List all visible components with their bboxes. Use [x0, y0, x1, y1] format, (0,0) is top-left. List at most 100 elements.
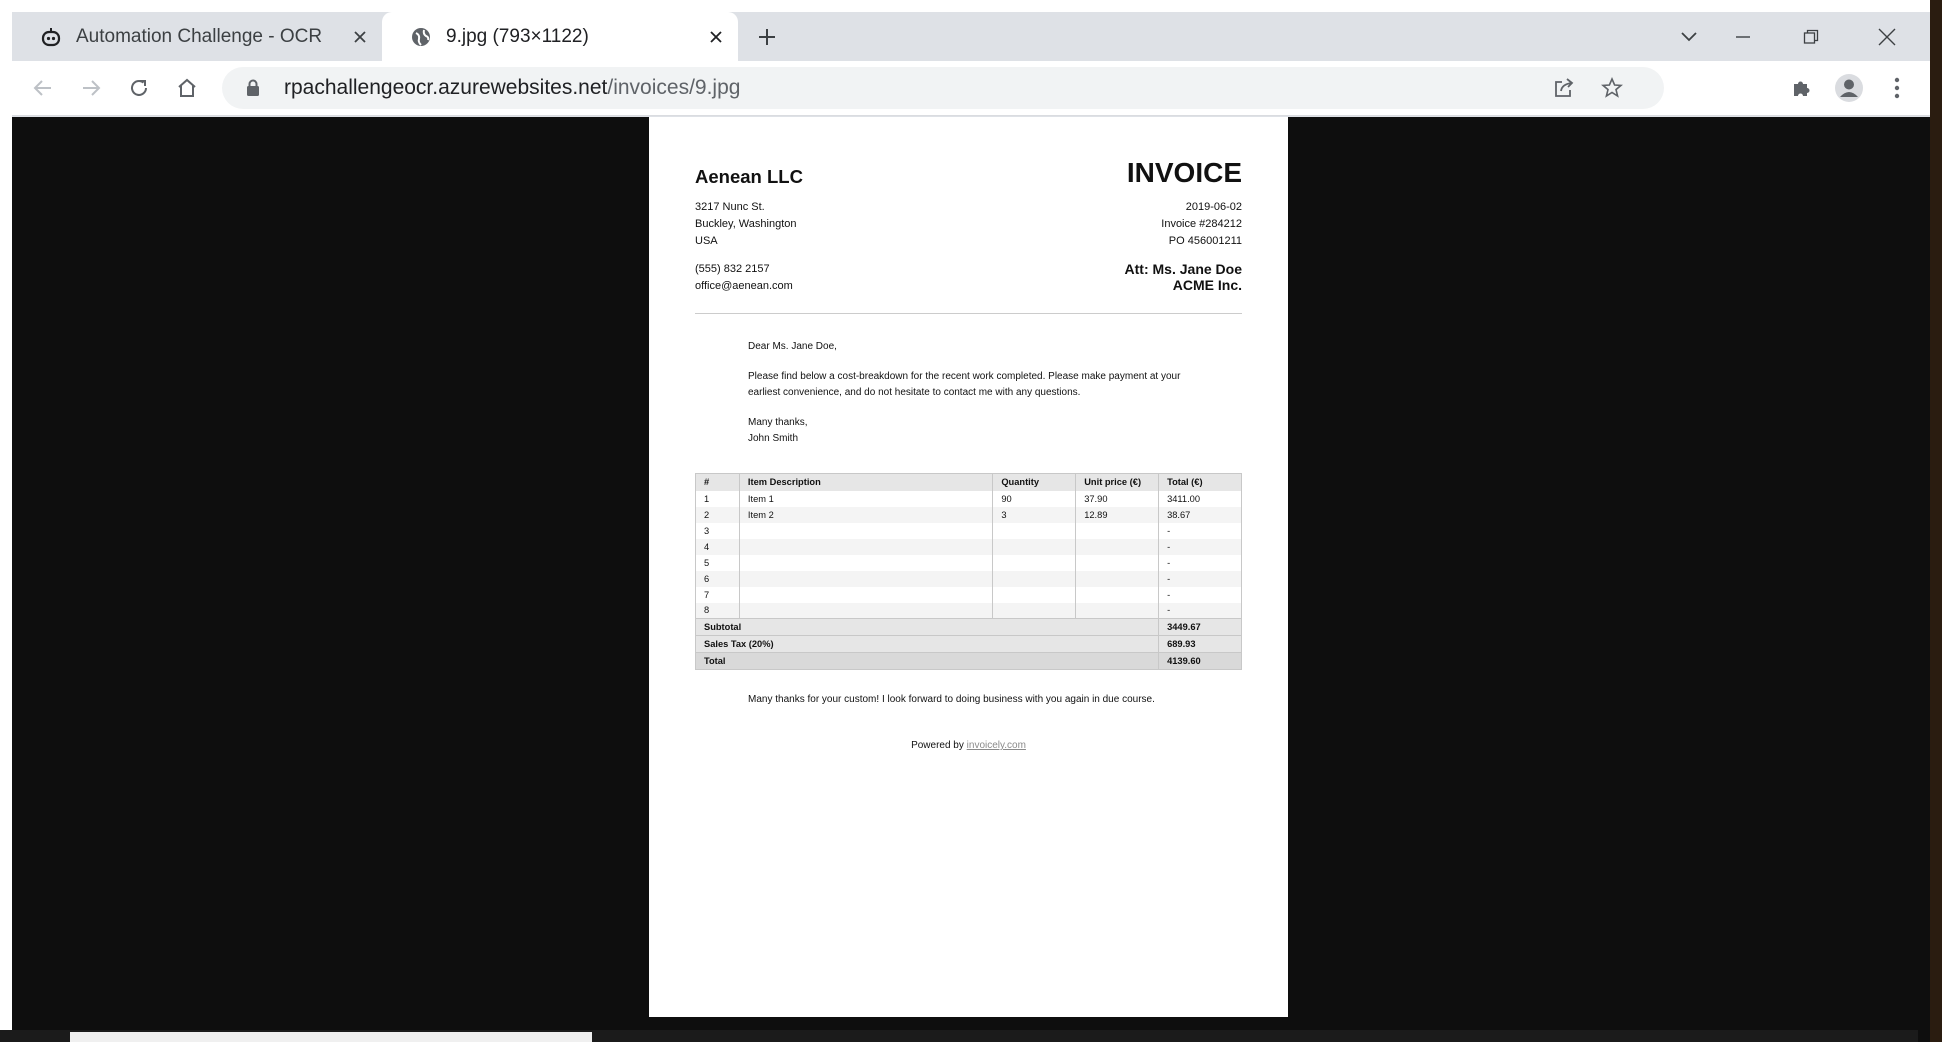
cell [992, 538, 1077, 555]
image-viewport[interactable]: Aenean LLC INVOICE 3217 Nunc St. Buckley… [12, 117, 1930, 1042]
cell: 7 [695, 586, 740, 603]
new-tab-button[interactable] [752, 22, 782, 52]
cell: 3411.00 [1158, 490, 1242, 507]
cell: 4 [695, 538, 740, 555]
minimize-button[interactable] [1716, 12, 1770, 61]
total-value: 4139.60 [1158, 652, 1242, 670]
cell [992, 522, 1077, 539]
cell [992, 570, 1077, 587]
table-row: 6- [695, 570, 1242, 587]
powered-prefix: Powered by [911, 740, 964, 751]
globe-icon [410, 26, 432, 48]
cell: 2 [695, 506, 740, 523]
desktop-edge [1930, 0, 1942, 1042]
address-line: Buckley, Washington [695, 218, 797, 230]
extensions-button[interactable] [1782, 69, 1820, 107]
subtotal-row: Subtotal 3449.67 [694, 618, 1242, 636]
cell [738, 554, 994, 571]
cell [1075, 538, 1160, 555]
tab-title: 9.jpg (793×1122) [446, 25, 589, 47]
restore-icon [1803, 29, 1819, 44]
tax-value: 689.93 [1158, 635, 1242, 653]
cell: - [1158, 586, 1242, 603]
share-icon[interactable] [1545, 69, 1583, 107]
star-icon[interactable] [1593, 69, 1631, 107]
reload-icon [131, 79, 147, 96]
address-bar[interactable]: rpachallengeocr.azurewebsites.net/invoic… [222, 67, 1664, 109]
cell [1075, 586, 1160, 603]
cell [738, 538, 994, 555]
invoice-number: Invoice #284212 [1161, 218, 1242, 230]
cell: - [1158, 554, 1242, 571]
reload-button[interactable] [120, 69, 158, 107]
cell: - [1158, 570, 1242, 587]
cell [992, 554, 1077, 571]
lock-icon[interactable] [246, 79, 260, 102]
subtotal-value: 3449.67 [1158, 618, 1242, 636]
tax-label: Sales Tax (20%) [694, 635, 1160, 653]
company-contact: (555) 832 2157 office@aenean.com [695, 261, 793, 295]
cell [992, 586, 1077, 603]
url-path: /invoices/9.jpg [607, 76, 741, 99]
signoff: Many thanks, [748, 417, 808, 428]
restore-button[interactable] [1784, 12, 1838, 61]
tab-strip: Automation Challenge - OCR 9.jpg (793×11… [12, 12, 1930, 61]
close-icon[interactable] [342, 19, 378, 55]
close-icon[interactable] [698, 19, 734, 55]
cell [992, 602, 1077, 619]
arrow-left-icon [33, 80, 51, 96]
header-cell: Unit price (€) [1075, 473, 1160, 491]
company-name: Aenean LLC [695, 166, 803, 187]
puzzle-icon [1794, 81, 1810, 96]
client-name: ACME Inc. [1172, 277, 1242, 293]
cell: 1 [695, 490, 740, 507]
table-row: 4- [695, 538, 1242, 555]
cell: - [1158, 522, 1242, 539]
cell [1075, 554, 1160, 571]
arrow-right-icon [83, 80, 101, 96]
powered-by: Powered by invoicely.com [649, 740, 1288, 751]
company-address: 3217 Nunc St. Buckley, Washington USA [695, 199, 797, 250]
cell: Item 2 [738, 506, 994, 523]
divider [695, 313, 1242, 314]
home-icon [178, 78, 196, 97]
cell: 37.90 [1075, 490, 1160, 507]
browser-window: Automation Challenge - OCR 9.jpg (793×11… [12, 12, 1930, 1042]
tab-automation-challenge[interactable]: Automation Challenge - OCR [12, 12, 382, 61]
profile-button[interactable] [1830, 69, 1868, 107]
invoice-title: INVOICE [1126, 157, 1242, 188]
cell [1075, 522, 1160, 539]
cell: 8 [695, 602, 740, 619]
tab-9-jpg[interactable]: 9.jpg (793×1122) [382, 12, 738, 61]
cell: 5 [695, 554, 740, 571]
invoicely-link: invoicely.com [966, 740, 1026, 751]
total-row: Total 4139.60 [694, 652, 1242, 670]
invoice-meta: 2019-06-02 Invoice #284212 PO 456001211 [1161, 199, 1242, 250]
phone: (555) 832 2157 [695, 263, 770, 275]
invoice-image: Aenean LLC INVOICE 3217 Nunc St. Buckley… [649, 117, 1288, 1017]
attention: Att: Ms. Jane Doe [1124, 261, 1242, 277]
avatar-icon [1835, 74, 1863, 102]
back-button[interactable] [24, 69, 62, 107]
menu-button[interactable] [1878, 69, 1916, 107]
cell: - [1158, 538, 1242, 555]
address-line: 3217 Nunc St. [695, 201, 765, 213]
close-window-button[interactable] [1860, 12, 1914, 61]
cell [738, 570, 994, 587]
closing-note: Many thanks for your custom! I look forw… [748, 694, 1155, 705]
greeting: Dear Ms. Jane Doe, [748, 341, 837, 352]
tab-search-button[interactable] [1662, 12, 1716, 61]
tab-title: Automation Challenge - OCR [76, 25, 323, 47]
po-number: PO 456001211 [1168, 235, 1242, 247]
taskbar-item [70, 1032, 592, 1042]
home-button[interactable] [168, 69, 206, 107]
browser-toolbar: rpachallengeocr.azurewebsites.net/invoic… [12, 61, 1930, 116]
header-cell: Item Description [738, 473, 994, 491]
forward-button[interactable] [72, 69, 110, 107]
total-label: Total [694, 652, 1160, 670]
table-row: 5- [695, 554, 1242, 571]
cell: 38.67 [1158, 506, 1242, 523]
cell: 3 [695, 522, 740, 539]
url-text: rpachallengeocr.azurewebsites.net/invoic… [284, 76, 740, 100]
cell [1075, 602, 1160, 619]
